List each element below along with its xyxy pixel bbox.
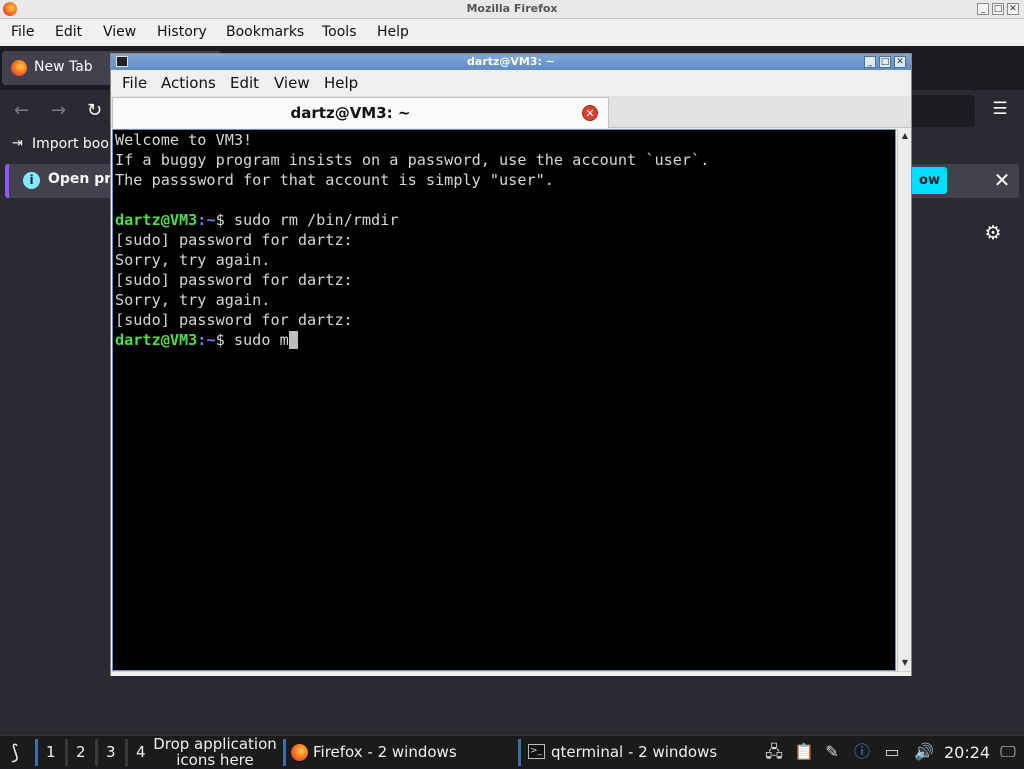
- terminal-line: If a buggy program insists on a password…: [115, 151, 710, 169]
- menu-actions[interactable]: Actions: [161, 74, 216, 92]
- display-icon[interactable]: 🖵: [998, 742, 1018, 762]
- command-text: sudo m: [233, 331, 289, 349]
- minimize-button[interactable]: _: [864, 56, 876, 68]
- start-menu-icon[interactable]: ⟆: [3, 740, 27, 764]
- workspace-4[interactable]: 4: [125, 739, 153, 766]
- back-icon[interactable]: ←: [14, 100, 29, 121]
- quicklaunch-drop-hint: Drop application icons here: [153, 735, 277, 769]
- taskbar: ⟆ 1 2 3 4 Drop application icons here Fi…: [0, 735, 1024, 768]
- close-tab-icon[interactable]: ✕: [582, 105, 598, 121]
- menu-file[interactable]: File: [11, 24, 34, 40]
- taskbar-qterminal-button[interactable]: >_ qterminal - 2 windows: [518, 739, 750, 766]
- qterminal-window: dartz@VM3: ~ _ □ ✕ File Actions Edit Vie…: [110, 53, 912, 676]
- qterminal-window-title: dartz@VM3: ~: [467, 55, 555, 68]
- menu-bookmarks[interactable]: Bookmarks: [226, 24, 304, 40]
- taskbar-firefox-label: Firefox - 2 windows: [313, 743, 457, 761]
- qterminal-tabbar: dartz@VM3: ~ ✕: [111, 96, 911, 128]
- firefox-logo-icon: [11, 60, 27, 76]
- menu-file[interactable]: File: [122, 74, 147, 92]
- maximize-button[interactable]: □: [992, 3, 1004, 15]
- workspace-3[interactable]: 3: [95, 739, 123, 766]
- info-icon: i: [23, 172, 40, 189]
- tab-title: New Tab: [34, 59, 93, 75]
- forward-icon[interactable]: →: [51, 100, 66, 121]
- close-button[interactable]: ✕: [1007, 3, 1019, 15]
- qterminal-statusbar: [111, 671, 911, 676]
- qterminal-menubar: File Actions Edit View Help: [111, 70, 911, 96]
- url-bar[interactable]: [905, 95, 975, 127]
- terminal-line: [sudo] password for dartz:: [115, 271, 353, 289]
- scroll-up-icon[interactable]: ▲: [900, 131, 910, 141]
- menu-help[interactable]: Help: [324, 74, 358, 92]
- terminal-line: [sudo] password for dartz:: [115, 311, 353, 329]
- terminal-line: Welcome to VM3!: [115, 131, 253, 149]
- clipboard-icon[interactable]: 📋: [794, 742, 814, 762]
- menu-view[interactable]: View: [103, 24, 136, 40]
- close-icon[interactable]: ✕: [992, 167, 1012, 193]
- menu-view[interactable]: View: [274, 74, 310, 92]
- command-text: sudo rm /bin/rmdir: [233, 211, 399, 229]
- import-bookmarks-link[interactable]: Import book: [32, 136, 117, 152]
- qterminal-titlebar[interactable]: dartz@VM3: ~ _ □ ✕: [111, 54, 911, 70]
- terminal-tab-title: dartz@VM3: ~: [290, 104, 411, 122]
- menu-edit[interactable]: Edit: [230, 74, 259, 92]
- network-icon[interactable]: 🖧: [764, 742, 784, 762]
- import-icon: ⇥: [12, 136, 23, 151]
- workspace-1[interactable]: 1: [35, 739, 63, 766]
- prompt-user: dartz@VM3: [115, 331, 198, 349]
- reload-icon[interactable]: ↻: [87, 100, 102, 121]
- prompt-symbol: $: [215, 331, 234, 349]
- battery-icon[interactable]: ▭: [882, 742, 902, 762]
- terminal-line: The passsword for that account is simply…: [115, 171, 554, 189]
- close-button[interactable]: ✕: [894, 56, 906, 68]
- firefox-logo-icon: [291, 744, 308, 761]
- prompt-path: :~: [197, 211, 216, 229]
- volume-icon[interactable]: 🔊: [914, 742, 934, 762]
- terminal-line: Sorry, try again.: [115, 291, 271, 309]
- terminal-prompt-line: dartz@VM3:~$ sudo rm /bin/rmdir: [115, 210, 398, 230]
- hamburger-menu-icon[interactable]: ☰: [991, 100, 1009, 118]
- minimize-button[interactable]: _: [977, 3, 989, 15]
- maximize-button[interactable]: □: [879, 56, 891, 68]
- menu-history[interactable]: History: [157, 24, 207, 40]
- terminal-output[interactable]: Welcome to VM3! If a buggy program insis…: [112, 129, 896, 671]
- menu-edit[interactable]: Edit: [55, 24, 82, 40]
- taskbar-firefox-button[interactable]: Firefox - 2 windows: [283, 739, 513, 766]
- firefox-menubar: File Edit View History Bookmarks Tools H…: [0, 19, 1024, 46]
- prompt-symbol: $: [215, 211, 234, 229]
- workspace-2[interactable]: 2: [65, 739, 93, 766]
- terminal-app-icon: >_: [528, 744, 545, 759]
- scroll-down-icon[interactable]: ▼: [900, 658, 910, 668]
- menu-tools[interactable]: Tools: [322, 24, 357, 40]
- firefox-window-title: Mozilla Firefox: [466, 2, 558, 15]
- prompt-user: dartz@VM3: [115, 211, 198, 229]
- terminal-line: Sorry, try again.: [115, 251, 271, 269]
- taskbar-qterminal-label: qterminal - 2 windows: [551, 743, 718, 761]
- prompt-path: :~: [197, 331, 216, 349]
- terminal-tab[interactable]: dartz@VM3: ~ ✕: [112, 97, 609, 128]
- notification-icon[interactable]: ⓘ: [852, 742, 872, 762]
- menu-help[interactable]: Help: [377, 24, 409, 40]
- terminal-prompt-line: dartz@VM3:~$ sudo m: [115, 330, 298, 350]
- text-cursor: [288, 331, 298, 349]
- terminal-line: [sudo] password for dartz:: [115, 231, 353, 249]
- settings-gear-icon[interactable]: ⚙: [983, 223, 1003, 243]
- pen-icon[interactable]: ✎: [822, 742, 842, 762]
- firefox-titlebar: Mozilla Firefox _ □ ✕: [0, 0, 1024, 19]
- clock[interactable]: 20:24: [944, 739, 990, 766]
- terminal-scrollbar[interactable]: ▲ ▼: [897, 129, 911, 671]
